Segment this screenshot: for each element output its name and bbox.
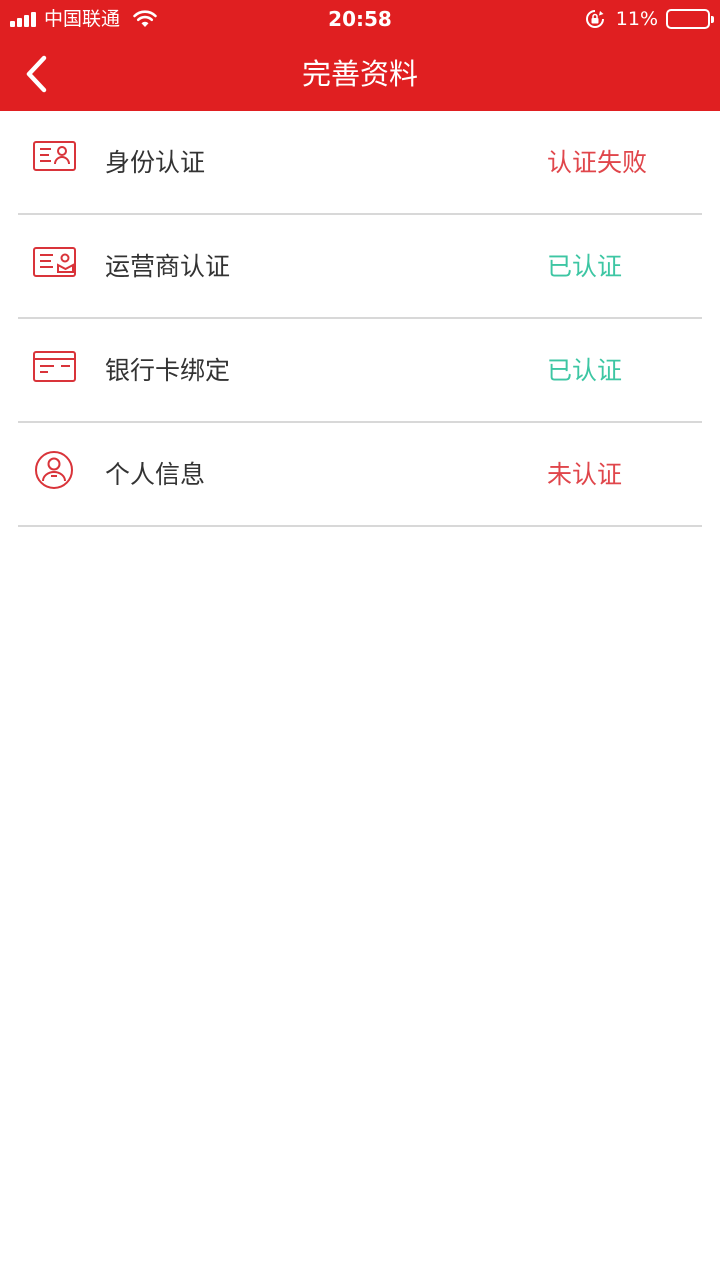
list-item-label: 个人信息 <box>105 460 206 489</box>
bank-card-icon <box>33 351 76 382</box>
status-text: 未认证 <box>547 460 623 489</box>
status-text: 认证失败 <box>547 148 648 177</box>
carrier-card-icon <box>33 247 76 277</box>
nav-bar: 完善资料 <box>0 38 720 111</box>
divider <box>18 525 702 527</box>
status-text: 已认证 <box>547 356 623 385</box>
status-bar: 中国联通 20:58 11% <box>0 0 720 38</box>
user-circle-icon <box>35 451 73 489</box>
battery-percent: 11% <box>615 8 658 30</box>
verification-list: 身份认证 认证失败 运营商认证 已认证 银行卡绑定 已认证 个人信息 未认证 <box>0 111 720 527</box>
list-item-identity[interactable]: 身份认证 认证失败 <box>0 111 720 215</box>
status-text: 已认证 <box>547 252 623 281</box>
list-item-label: 银行卡绑定 <box>105 356 231 385</box>
list-item-personal-info[interactable]: 个人信息 未认证 <box>0 423 720 527</box>
id-card-icon <box>33 141 76 171</box>
back-button[interactable] <box>14 50 58 98</box>
list-item-bank-card[interactable]: 银行卡绑定 已认证 <box>0 319 720 423</box>
chevron-left-icon <box>26 55 47 93</box>
list-item-label: 运营商认证 <box>105 252 231 281</box>
page-title: 完善资料 <box>301 57 418 91</box>
battery-level-fill <box>670 13 674 25</box>
list-item-label: 身份认证 <box>105 148 206 177</box>
list-item-carrier[interactable]: 运营商认证 已认证 <box>0 215 720 319</box>
status-bar-right: 11% <box>584 6 714 32</box>
rotation-lock-icon <box>585 10 604 28</box>
battery-icon <box>666 9 714 29</box>
app-header: 中国联通 20:58 11% 完善资料 <box>0 0 720 111</box>
